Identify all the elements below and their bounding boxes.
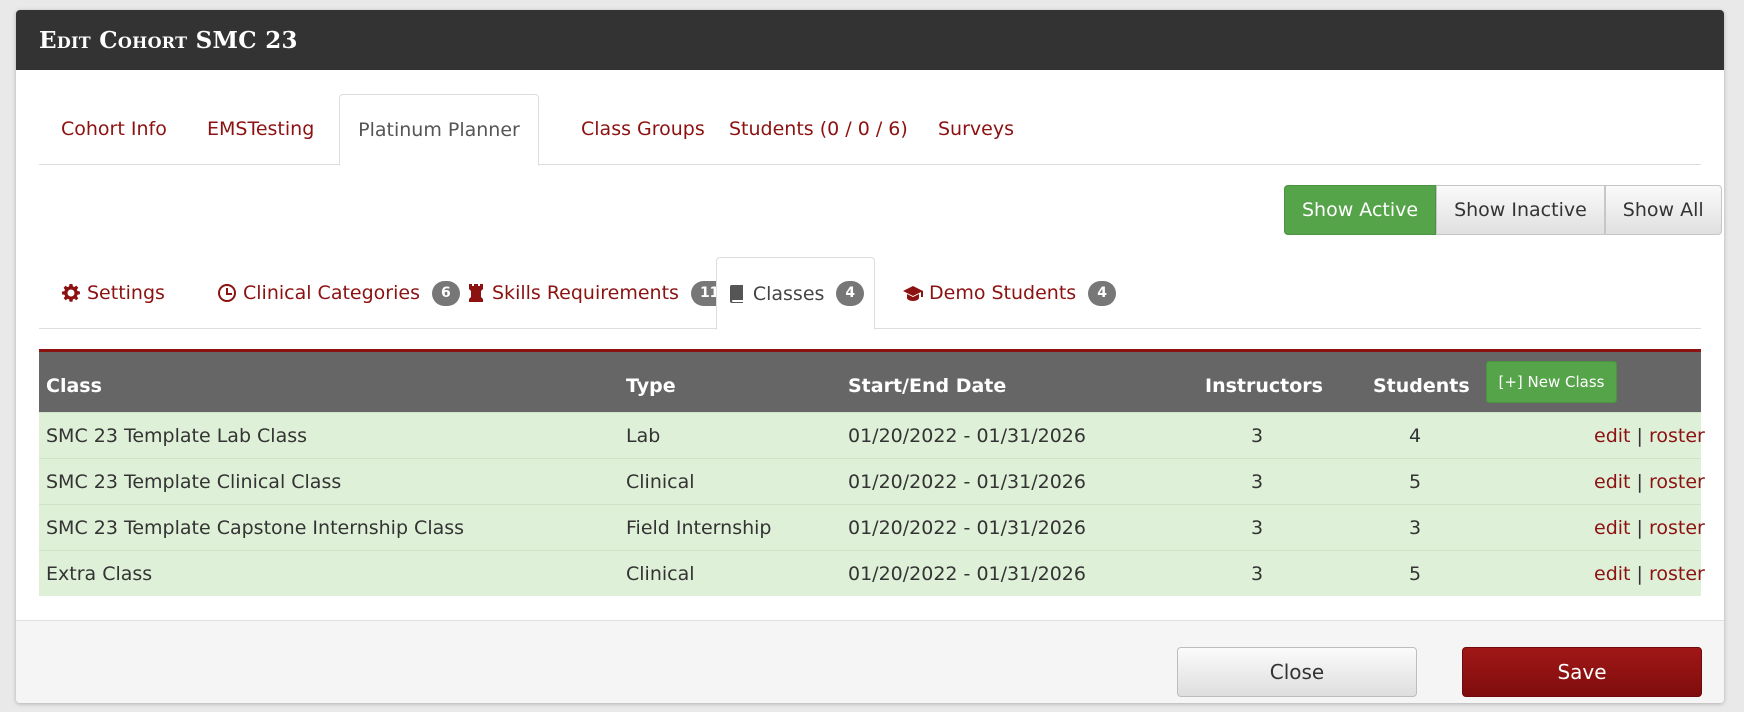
graduation-cap-icon [903,286,923,301]
students-cell: 5 [1408,471,1422,493]
dates-cell: 01/20/2022 - 01/31/2026 [848,517,1086,539]
subtab-demo-students[interactable]: Demo Students 4 [903,257,1116,329]
table-row: Extra Class Clinical 01/20/2022 - 01/31/… [39,550,1705,596]
subtab-demo-students-label: Demo Students [929,282,1077,304]
modal-header: Edit Cohort SMC 23 [16,10,1724,70]
edit-link[interactable]: edit [1594,471,1630,493]
action-separator: | [1636,517,1643,539]
chess-rook-icon [469,284,483,302]
class-name-cell: SMC 23 Template Capstone Internship Clas… [46,517,465,539]
row-actions: edit | roster [1594,459,1705,505]
demo-students-count-badge: 4 [1088,280,1116,306]
tab-students[interactable]: Students (0 / 0 / 6) [729,94,908,165]
table-row: SMC 23 Template Capstone Internship Clas… [39,504,1705,550]
book-icon [729,284,743,303]
header-students: Students [1373,375,1470,397]
subtab-skills-requirements-label: Skills Requirements [492,282,679,304]
subtab-settings-label: Settings [87,282,165,304]
roster-link[interactable]: roster [1649,471,1705,493]
students-cell: 5 [1408,563,1422,585]
header-type: Type [626,375,676,397]
active-filter-group: Show Active Show Inactive Show All [1284,185,1722,235]
edit-link[interactable]: edit [1594,425,1630,447]
type-cell: Field Internship [626,517,772,539]
roster-link[interactable]: roster [1649,517,1705,539]
students-cell: 3 [1408,517,1422,539]
show-all-button[interactable]: Show All [1604,185,1722,235]
class-name-cell: SMC 23 Template Lab Class [46,425,308,447]
type-cell: Lab [626,425,661,447]
dates-cell: 01/20/2022 - 01/31/2026 [848,563,1086,585]
tab-surveys[interactable]: Surveys [938,94,1014,165]
header-instructors: Instructors [1205,375,1323,397]
header-class: Class [46,375,102,397]
edit-link[interactable]: edit [1594,563,1630,585]
classes-table: Class Type Start/End Date Instructors St… [39,349,1705,599]
table-row: SMC 23 Template Lab Class Lab 01/20/2022… [39,412,1705,458]
instructors-cell: 3 [1250,471,1264,493]
modal-footer: Close Save [16,620,1724,703]
instructors-cell: 3 [1250,517,1264,539]
table-row: SMC 23 Template Clinical Class Clinical … [39,458,1705,504]
row-actions: edit | roster [1594,551,1705,597]
dates-cell: 01/20/2022 - 01/31/2026 [848,471,1086,493]
header-start-end-date: Start/End Date [848,375,1007,397]
row-actions: edit | roster [1594,505,1705,551]
dates-cell: 01/20/2022 - 01/31/2026 [848,425,1086,447]
main-tab-bar: Cohort Info EMSTesting Platinum Planner … [39,94,1701,166]
subtab-skills-requirements[interactable]: Skills Requirements 117 [466,257,739,329]
clinical-categories-count-badge: 6 [431,280,460,306]
roster-link[interactable]: roster [1649,425,1705,447]
planner-sub-tab-bar: Settings Clinical Categories 6 Skills Re… [39,257,1701,330]
show-inactive-button[interactable]: Show Inactive [1436,185,1605,235]
type-cell: Clinical [626,563,695,585]
instructors-cell: 3 [1250,425,1264,447]
gear-icon [62,284,80,302]
action-separator: | [1636,471,1643,493]
tab-class-groups[interactable]: Class Groups [581,94,705,165]
edit-cohort-modal: Edit Cohort SMC 23 Cohort Info EMSTestin… [16,10,1724,703]
subtab-classes-label: Classes [752,282,825,305]
save-button[interactable]: Save [1462,647,1702,697]
clock-icon [218,284,236,302]
close-button[interactable]: Close [1177,647,1417,697]
edit-link[interactable]: edit [1594,517,1630,539]
subtab-classes[interactable]: Classes 4 [716,257,875,330]
class-name-cell: SMC 23 Template Clinical Class [46,471,342,493]
tab-cohort-info[interactable]: Cohort Info [61,94,167,165]
subtab-settings[interactable]: Settings [61,257,165,329]
show-active-button[interactable]: Show Active [1284,185,1437,235]
action-separator: | [1636,563,1643,585]
tab-platinum-planner[interactable]: Platinum Planner [339,94,539,166]
subtab-clinical-categories[interactable]: Clinical Categories 6 [217,257,460,329]
modal-title: Edit Cohort SMC 23 [39,27,298,54]
classes-count-badge: 4 [836,281,865,306]
action-separator: | [1636,425,1643,447]
tab-emstesting[interactable]: EMSTesting [207,94,314,165]
subtab-clinical-categories-label: Clinical Categories [243,282,420,304]
class-name-cell: Extra Class [46,563,153,585]
students-cell: 4 [1408,425,1422,447]
type-cell: Clinical [626,471,695,493]
new-class-button[interactable]: [+] New Class [1486,361,1617,403]
roster-link[interactable]: roster [1649,563,1705,585]
row-actions: edit | roster [1594,413,1705,459]
table-header-row: Class Type Start/End Date Instructors St… [39,349,1701,412]
instructors-cell: 3 [1250,563,1264,585]
